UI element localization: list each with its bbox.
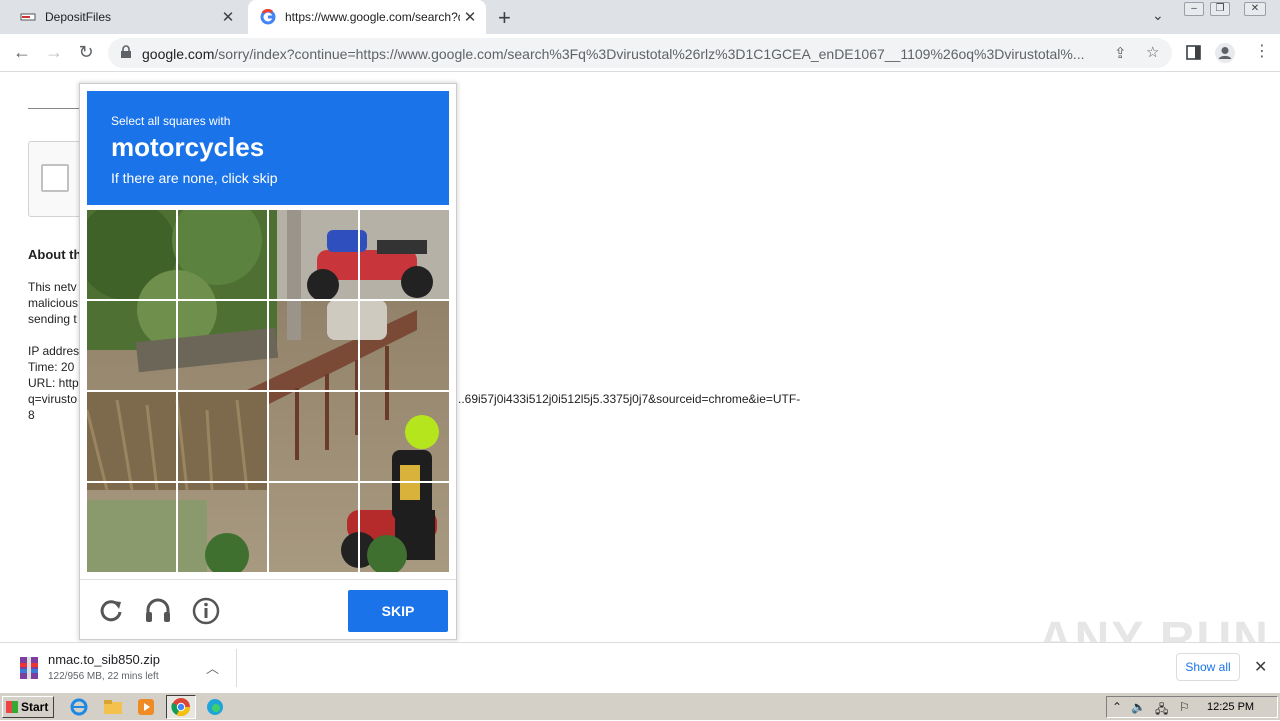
- file-explorer-icon[interactable]: [102, 697, 124, 717]
- volume-icon[interactable]: 🔈: [1131, 700, 1146, 714]
- network-icon[interactable]: 🖧: [1155, 700, 1168, 721]
- clock[interactable]: 12:25 PM: [1207, 701, 1254, 713]
- captcha-tile[interactable]: [87, 482, 178, 573]
- captcha-tile[interactable]: [268, 210, 359, 301]
- tab-title: https://www.google.com/search?q=: [285, 10, 460, 24]
- ip-address-line: IP addres: [28, 344, 80, 358]
- tab-strip: DepositFiles ✕ https://www.google.com/se…: [0, 0, 1280, 34]
- captcha-tile[interactable]: [87, 391, 178, 482]
- about-heading: About th: [28, 247, 82, 262]
- captcha-tile[interactable]: [359, 301, 450, 392]
- url-domain: google.com: [142, 46, 215, 62]
- download-file-name[interactable]: nmac.to_sib850.zip: [48, 652, 160, 667]
- challenge-hint: If there are none, click skip: [111, 170, 278, 186]
- captcha-tile[interactable]: [359, 482, 450, 573]
- recaptcha-checkbox[interactable]: [41, 164, 69, 192]
- reload-challenge-icon[interactable]: [96, 596, 126, 626]
- captcha-tile[interactable]: [87, 210, 178, 301]
- address-bar[interactable]: google.com/sorry/index?continue=https://…: [108, 38, 1172, 68]
- new-tab-button[interactable]: +: [498, 5, 511, 31]
- about-text-line: malicious: [28, 296, 79, 310]
- audio-challenge-headphones-icon[interactable]: [143, 596, 173, 626]
- tab-search-chevron-icon[interactable]: ⌄: [1152, 7, 1164, 24]
- action-center-flag-icon[interactable]: ⚐: [1179, 700, 1190, 714]
- depositfiles-favicon-icon: [20, 13, 36, 21]
- challenge-footer: SKIP: [80, 579, 456, 639]
- chevron-up-icon[interactable]: ︿: [206, 658, 219, 677]
- captcha-tile[interactable]: [359, 391, 450, 482]
- restore-icon[interactable]: ❐: [1210, 2, 1230, 16]
- start-label: Start: [21, 700, 49, 714]
- url-tail-text: ..69i57j0i433i512j0i512l5j5.3375j0j7&sou…: [458, 392, 801, 406]
- tab-depositfiles[interactable]: DepositFiles ✕: [8, 0, 244, 34]
- about-text-line: sending t: [28, 312, 77, 326]
- recaptcha-challenge: Select all squares with motorcycles If t…: [79, 83, 457, 640]
- captcha-tile[interactable]: [178, 210, 269, 301]
- windows-logo-icon: [6, 701, 18, 713]
- back-arrow-icon[interactable]: ←: [10, 42, 34, 63]
- lock-icon: [121, 45, 131, 58]
- url-path: /sorry/index?continue=https://www.google…: [214, 46, 1085, 62]
- url-text: google.com/sorry/index?continue=https://…: [142, 46, 1102, 62]
- download-bar: nmac.to_sib850.zip 122/956 MB, 22 mins l…: [0, 642, 1280, 692]
- show-hidden-icons-icon[interactable]: ⌃: [1112, 700, 1122, 714]
- captcha-tile[interactable]: [268, 301, 359, 392]
- start-button[interactable]: Start: [2, 696, 54, 718]
- image-grid: [87, 210, 449, 572]
- chrome-taskbar-button[interactable]: [166, 695, 196, 719]
- download-status: 122/956 MB, 22 mins left: [48, 671, 159, 682]
- side-panel-icon[interactable]: [1186, 45, 1201, 60]
- browser-toolbar: ← → ↻ google.com/sorry/index?continue=ht…: [0, 34, 1280, 72]
- challenge-header: Select all squares with motorcycles If t…: [87, 91, 449, 205]
- query-line: q=virusto: [28, 392, 78, 406]
- reload-icon[interactable]: ↻: [74, 42, 98, 63]
- media-player-icon[interactable]: [135, 697, 157, 717]
- divider: [236, 649, 237, 687]
- tile-overlay: [87, 210, 449, 572]
- tab-google[interactable]: https://www.google.com/search?q= ✕: [248, 0, 486, 34]
- profile-avatar-icon[interactable]: [1214, 42, 1236, 64]
- captcha-tile[interactable]: [178, 482, 269, 573]
- captcha-tile[interactable]: [359, 210, 450, 301]
- skip-button[interactable]: SKIP: [348, 590, 448, 632]
- forward-arrow-icon[interactable]: →: [42, 42, 66, 63]
- captcha-tile[interactable]: [178, 391, 269, 482]
- kebab-menu-icon[interactable]: ⋮: [1254, 41, 1270, 61]
- captcha-tile[interactable]: [268, 391, 359, 482]
- chrome-icon: [171, 698, 190, 717]
- captcha-tile[interactable]: [87, 301, 178, 392]
- google-favicon-icon: [260, 9, 276, 25]
- url-line: URL: http: [28, 376, 79, 390]
- close-window-icon[interactable]: ✕: [1244, 2, 1266, 16]
- archive-file-icon: [20, 657, 38, 679]
- captcha-tile[interactable]: [268, 482, 359, 573]
- internet-explorer-icon[interactable]: [68, 697, 90, 717]
- about-text-line: This netv: [28, 280, 77, 294]
- info-icon[interactable]: [191, 596, 221, 626]
- captcha-tile[interactable]: [178, 301, 269, 392]
- taskbar: Start ⌃ 🔈 🖧 ⚐ 12:25 PM: [0, 692, 1280, 720]
- minimize-icon[interactable]: –: [1184, 2, 1204, 16]
- tab-close-icon[interactable]: ✕: [460, 8, 480, 26]
- bookmark-star-icon[interactable]: ☆: [1146, 43, 1159, 61]
- close-download-bar-icon[interactable]: ✕: [1254, 657, 1267, 677]
- time-line: Time: 20: [28, 360, 75, 374]
- query-line-end: 8: [28, 408, 35, 422]
- tab-title: DepositFiles: [45, 10, 112, 24]
- system-tray: ⌃ 🔈 🖧 ⚐ 12:25 PM: [1106, 696, 1278, 718]
- tab-close-icon[interactable]: ✕: [218, 8, 238, 26]
- share-icon[interactable]: ⇪: [1114, 44, 1127, 62]
- divider: [28, 108, 80, 109]
- challenge-target: motorcycles: [111, 132, 265, 162]
- challenge-instruction: Select all squares with: [111, 114, 231, 128]
- edge-icon[interactable]: [204, 697, 226, 717]
- show-all-downloads-button[interactable]: Show all: [1176, 653, 1240, 681]
